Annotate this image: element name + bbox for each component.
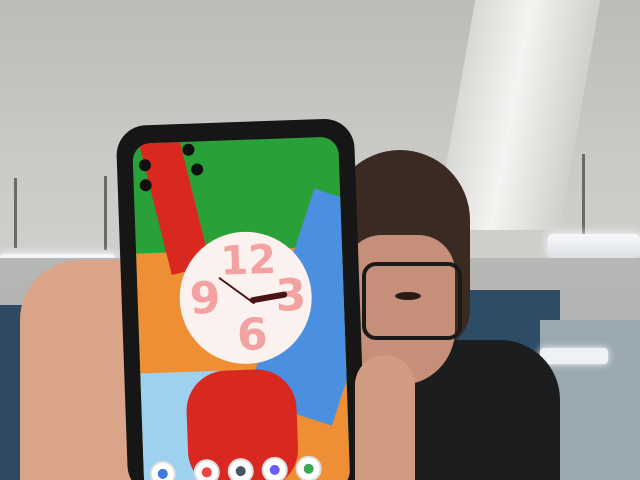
thumb bbox=[355, 355, 415, 480]
phone-home-screen: 12 3 6 9 bbox=[132, 136, 351, 480]
clock-numeral: 12 bbox=[219, 236, 277, 285]
smartphone: 12 3 6 9 bbox=[115, 117, 367, 480]
light-rod bbox=[14, 178, 17, 248]
messages-app-icon[interactable] bbox=[193, 458, 221, 480]
clock-numeral: 6 bbox=[236, 309, 269, 362]
status-bar bbox=[132, 137, 339, 162]
eyeglasses bbox=[362, 262, 462, 340]
chrome-app-icon[interactable] bbox=[295, 455, 323, 480]
ceiling-lamp bbox=[548, 234, 640, 256]
screen-cutout bbox=[190, 163, 204, 176]
ceiling-lamp bbox=[540, 348, 608, 364]
light-rod bbox=[582, 154, 585, 236]
photo-scene: 12 3 6 9 bbox=[0, 0, 640, 480]
camera-app-icon[interactable] bbox=[227, 457, 255, 480]
phone-app-icon[interactable] bbox=[149, 460, 177, 480]
messenger-app-icon[interactable] bbox=[261, 456, 289, 480]
clock-numeral: 9 bbox=[188, 272, 222, 325]
light-rod bbox=[104, 176, 107, 250]
